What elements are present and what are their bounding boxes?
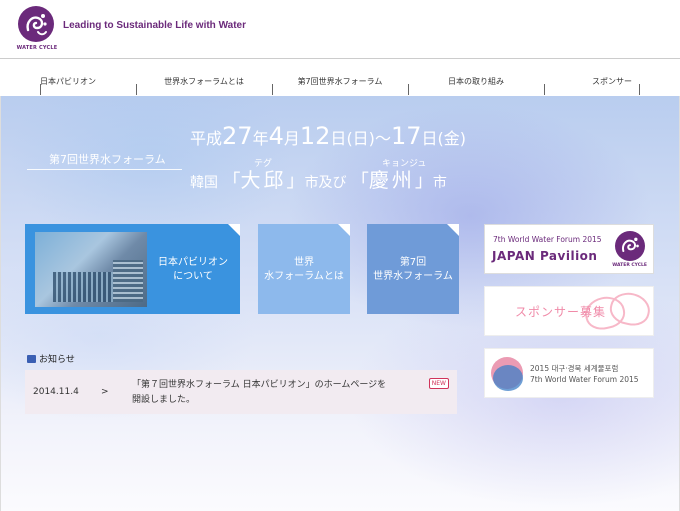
nav-japan-pavilion[interactable]: 日本パビリオン [0, 59, 136, 96]
water-cycle-logo-icon [615, 231, 645, 261]
water-cycle-logo-icon [18, 6, 54, 42]
city2-label: 慶州 [368, 168, 415, 192]
end-weekday: (金) [437, 129, 467, 148]
new-badge: NEW [428, 378, 449, 389]
event-location: 韓国 「大邱」市及び 「慶州」市 [190, 168, 447, 192]
era-label: 平成 [190, 129, 223, 148]
start-weekday: (日) [346, 129, 375, 148]
nav-about-world-water-forum[interactable]: 世界水フォーラムとは [136, 59, 272, 96]
city-suffix: 市 [432, 175, 447, 191]
city1-label: 大邱 [240, 168, 287, 192]
conjunction-label: 市及び [304, 175, 347, 191]
pavilion-banner-title: JAPAN Pavilion [492, 249, 598, 263]
news-list: 2014.11.4 > 「第７回世界水フォーラム 日本パビリオン」のホームページ… [25, 370, 457, 414]
japan-pavilion-tile-label: 日本パビリオン について [158, 257, 228, 282]
hero-section: 第7回世界水フォーラム 平成27年4月12日(日)～17日(金) テグ キョンジ… [0, 96, 680, 511]
day-unit: 日 [330, 129, 347, 148]
pavilion-photo [35, 232, 147, 307]
building-image-2 [113, 260, 143, 302]
japan-pavilion-tile[interactable]: 日本パビリオン について [25, 224, 240, 314]
nav-seventh-forum[interactable]: 第7回世界水フォーラム [272, 59, 408, 96]
news-icon [27, 355, 36, 363]
logo-text: WATER CYCLE [16, 45, 58, 51]
day-unit-end: 日 [421, 129, 438, 148]
nav-sponsors[interactable]: スポンサー [544, 59, 680, 96]
event-dates: 平成27年4月12日(日)～17日(金) [190, 122, 466, 150]
country-label: 韓国 [190, 175, 218, 191]
global-nav: 日本パビリオン 世界水フォーラムとは 第7回世界水フォーラム 日本の取り組み ス… [0, 58, 680, 96]
hero-divider [27, 169, 182, 170]
site-header: WATER CYCLE Leading to Sustainable Life … [0, 0, 680, 58]
news-item-link[interactable]: 「第７回世界水フォーラム 日本パビリオン」のホームページを 開設しました。 [132, 378, 422, 408]
month-value: 4 [268, 122, 284, 150]
year-unit: 年 [252, 129, 269, 148]
pavilion-banner-logo-text: WATER CYCLE [612, 263, 647, 268]
news-date: 2014.11.4 [33, 387, 79, 397]
start-day: 12 [299, 122, 331, 150]
forum-banner-korean-title: 2015 대구·경북 세계물포럼 [530, 364, 619, 373]
world-water-forum-tile-label: 世界 水フォーラムとは [264, 257, 344, 282]
news-heading: お知らせ [27, 352, 75, 365]
building-image [53, 272, 113, 302]
sponsor-recruitment-banner[interactable]: スポンサー募集 [484, 286, 654, 336]
world-water-forum-2015-banner[interactable]: 2015 대구·경북 세계물포럼 7th World Water Forum 2… [484, 348, 654, 398]
month-unit: 月 [283, 129, 300, 148]
sponsor-banner-label: スポンサー募集 [515, 305, 607, 319]
nav-japan-initiatives[interactable]: 日本の取り組み [408, 59, 544, 96]
pavilion-banner-subtitle: 7th World Water Forum 2015 [493, 235, 602, 244]
end-day: 17 [390, 122, 422, 150]
forum-banner-english-title: 7th World Water Forum 2015 [530, 375, 639, 384]
date-range-tilde: ～ [374, 129, 391, 148]
news-heading-label: お知らせ [39, 355, 75, 365]
chevron-right-icon: > [101, 387, 109, 397]
world-water-forum-tile[interactable]: 世界 水フォーラムとは [258, 224, 350, 314]
hero-subtitle: 第7回世界水フォーラム [49, 153, 166, 166]
site-tagline: Leading to Sustainable Life with Water [63, 20, 246, 31]
frame-border-left [0, 96, 1, 511]
water-cycle-logo[interactable]: WATER CYCLE [16, 6, 58, 52]
forum-emblem-icon-overlay [493, 365, 523, 391]
japan-pavilion-banner[interactable]: 7th World Water Forum 2015 JAPAN Pavilio… [484, 224, 654, 274]
seventh-forum-tile[interactable]: 第7回 世界水フォーラム [367, 224, 459, 314]
seventh-forum-tile-label: 第7回 世界水フォーラム [373, 257, 453, 282]
year-value: 27 [222, 122, 253, 150]
